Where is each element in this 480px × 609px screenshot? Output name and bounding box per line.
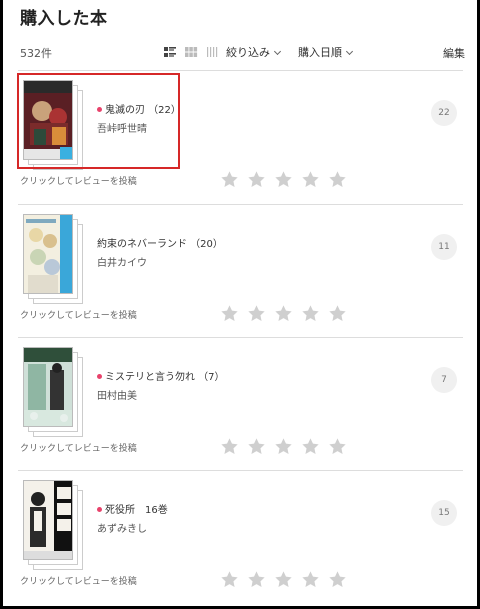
star-icon[interactable] bbox=[247, 170, 266, 189]
book-title[interactable]: 死役所 16巻 bbox=[97, 501, 168, 516]
filter-label: 絞り込み bbox=[226, 46, 270, 59]
book-author: あずみきし bbox=[97, 524, 147, 535]
book-cover[interactable] bbox=[23, 214, 85, 304]
book-cover[interactable] bbox=[23, 480, 85, 570]
star-icon[interactable] bbox=[301, 437, 320, 456]
star-icon[interactable] bbox=[328, 437, 347, 456]
star-rating bbox=[220, 437, 355, 457]
book-item: 死役所 16巻 あずみきし 15 クリックしてレビューを投稿 bbox=[3, 470, 477, 603]
star-icon[interactable] bbox=[247, 570, 266, 589]
star-icon[interactable] bbox=[247, 304, 266, 323]
star-icon[interactable] bbox=[274, 570, 293, 589]
page-title: 購入した本 bbox=[20, 9, 108, 29]
toolbar: 532件 絞り込み 購入日順 編集 bbox=[3, 40, 477, 64]
star-icon[interactable] bbox=[301, 170, 320, 189]
sort-label: 購入日順 bbox=[298, 46, 342, 59]
book-author: 白井カイウ bbox=[97, 258, 147, 269]
filter-dropdown[interactable]: 絞り込み bbox=[226, 44, 282, 60]
star-icon[interactable] bbox=[301, 304, 320, 323]
cover-image bbox=[23, 214, 73, 294]
new-indicator bbox=[97, 374, 102, 379]
star-icon[interactable] bbox=[328, 170, 347, 189]
review-link[interactable]: クリックしてレビューを投稿 bbox=[20, 441, 137, 454]
spine-view-icon[interactable] bbox=[206, 44, 220, 58]
star-icon[interactable] bbox=[247, 437, 266, 456]
star-rating bbox=[220, 570, 355, 590]
book-item: 約束のネバーランド （20） 白井カイウ 11 クリックしてレビューを投稿 bbox=[3, 204, 477, 337]
cover-image bbox=[23, 480, 73, 560]
star-rating bbox=[220, 170, 355, 190]
purchased-books-page: 購入した本 532件 絞り込み 購入日順 編集 鬼滅の刃 （22） 吾峠呼世晴 … bbox=[3, 0, 477, 606]
star-icon[interactable] bbox=[220, 437, 239, 456]
review-link[interactable]: クリックしてレビューを投稿 bbox=[20, 574, 137, 587]
volume-count-badge[interactable]: 7 bbox=[431, 367, 457, 393]
review-link[interactable]: クリックしてレビューを投稿 bbox=[20, 308, 137, 321]
review-link[interactable]: クリックしてレビューを投稿 bbox=[20, 174, 137, 187]
star-icon[interactable] bbox=[274, 304, 293, 323]
edit-button[interactable]: 編集 bbox=[443, 45, 465, 61]
volume-count-badge[interactable]: 22 bbox=[431, 100, 457, 126]
star-rating bbox=[220, 304, 355, 324]
star-icon[interactable] bbox=[274, 437, 293, 456]
star-icon[interactable] bbox=[220, 170, 239, 189]
sort-dropdown[interactable]: 購入日順 bbox=[298, 44, 354, 60]
star-icon[interactable] bbox=[328, 570, 347, 589]
star-icon[interactable] bbox=[328, 304, 347, 323]
highlight-box bbox=[17, 73, 180, 169]
book-author: 田村由美 bbox=[97, 391, 137, 402]
grid-view-icon[interactable] bbox=[184, 44, 198, 58]
book-title[interactable]: ミステリと言う勿れ （7） bbox=[97, 368, 225, 383]
book-item: ミステリと言う勿れ （7） 田村由美 7 クリックしてレビューを投稿 bbox=[3, 337, 477, 470]
star-icon[interactable] bbox=[220, 570, 239, 589]
book-cover[interactable] bbox=[23, 347, 85, 437]
new-indicator bbox=[97, 507, 102, 512]
cover-image bbox=[23, 347, 73, 427]
chevron-down-icon bbox=[345, 47, 354, 56]
chevron-down-icon bbox=[273, 47, 282, 56]
star-icon[interactable] bbox=[220, 304, 239, 323]
book-count: 532件 bbox=[20, 47, 52, 60]
volume-count-badge[interactable]: 15 bbox=[431, 500, 457, 526]
star-icon[interactable] bbox=[301, 570, 320, 589]
volume-count-badge[interactable]: 11 bbox=[431, 234, 457, 260]
book-title[interactable]: 約束のネバーランド （20） bbox=[97, 235, 223, 250]
list-view-icon[interactable] bbox=[163, 44, 177, 58]
star-icon[interactable] bbox=[274, 170, 293, 189]
